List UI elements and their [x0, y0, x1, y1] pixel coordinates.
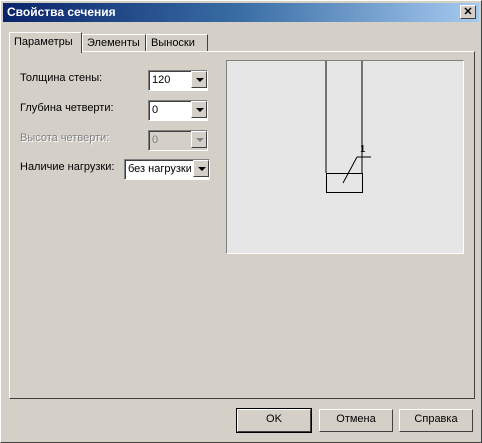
- tab-callouts[interactable]: Выноски: [146, 34, 208, 52]
- chevron-down-icon[interactable]: [193, 160, 209, 177]
- quarter-height-value: 0: [152, 134, 159, 146]
- load-value: без нагрузки: [128, 163, 191, 175]
- cancel-button[interactable]: Отмена: [319, 409, 393, 432]
- wall-thickness-value: 120: [152, 74, 171, 86]
- window-title: Свойства сечения: [7, 5, 116, 19]
- load-block: [326, 173, 363, 193]
- section-preview: 1: [226, 60, 464, 254]
- close-icon: ✕: [463, 6, 473, 18]
- tab-label: Выноски: [151, 37, 195, 49]
- section-drawing: 1: [325, 61, 371, 193]
- load-label: Наличие нагрузки:: [20, 161, 115, 173]
- callout-label: 1: [360, 144, 366, 155]
- tab-label: Элементы: [87, 37, 140, 49]
- tab-elements[interactable]: Элементы: [82, 34, 146, 52]
- tab-label: Параметры: [14, 36, 73, 48]
- quarter-height-select: 0: [148, 130, 208, 151]
- title-bar[interactable]: Свойства сечения ✕: [3, 3, 479, 22]
- section-properties-dialog: Свойства сечения ✕ Параметры Элементы Вы…: [0, 0, 482, 443]
- quarter-depth-select[interactable]: 0: [148, 100, 208, 121]
- callout-leader: [342, 156, 358, 184]
- help-button[interactable]: Справка: [399, 409, 473, 432]
- wall-thickness-label: Толщина стены:: [20, 72, 103, 84]
- quarter-depth-value: 0: [152, 104, 159, 116]
- ok-button[interactable]: OK: [236, 408, 312, 433]
- quarter-depth-label: Глубина четверти:: [20, 102, 114, 114]
- quarter-height-label: Высота четверти:: [20, 132, 110, 144]
- parameters-panel: Толщина стены: 120 Глубина четверти: 0 В…: [9, 51, 475, 399]
- load-select[interactable]: без нагрузки: [124, 159, 210, 180]
- close-button[interactable]: ✕: [460, 5, 476, 19]
- tab-parameters[interactable]: Параметры: [9, 32, 82, 53]
- chevron-down-icon[interactable]: [191, 71, 207, 88]
- chevron-down-icon: [191, 131, 207, 148]
- chevron-down-icon[interactable]: [191, 101, 207, 118]
- wall-thickness-select[interactable]: 120: [148, 70, 208, 91]
